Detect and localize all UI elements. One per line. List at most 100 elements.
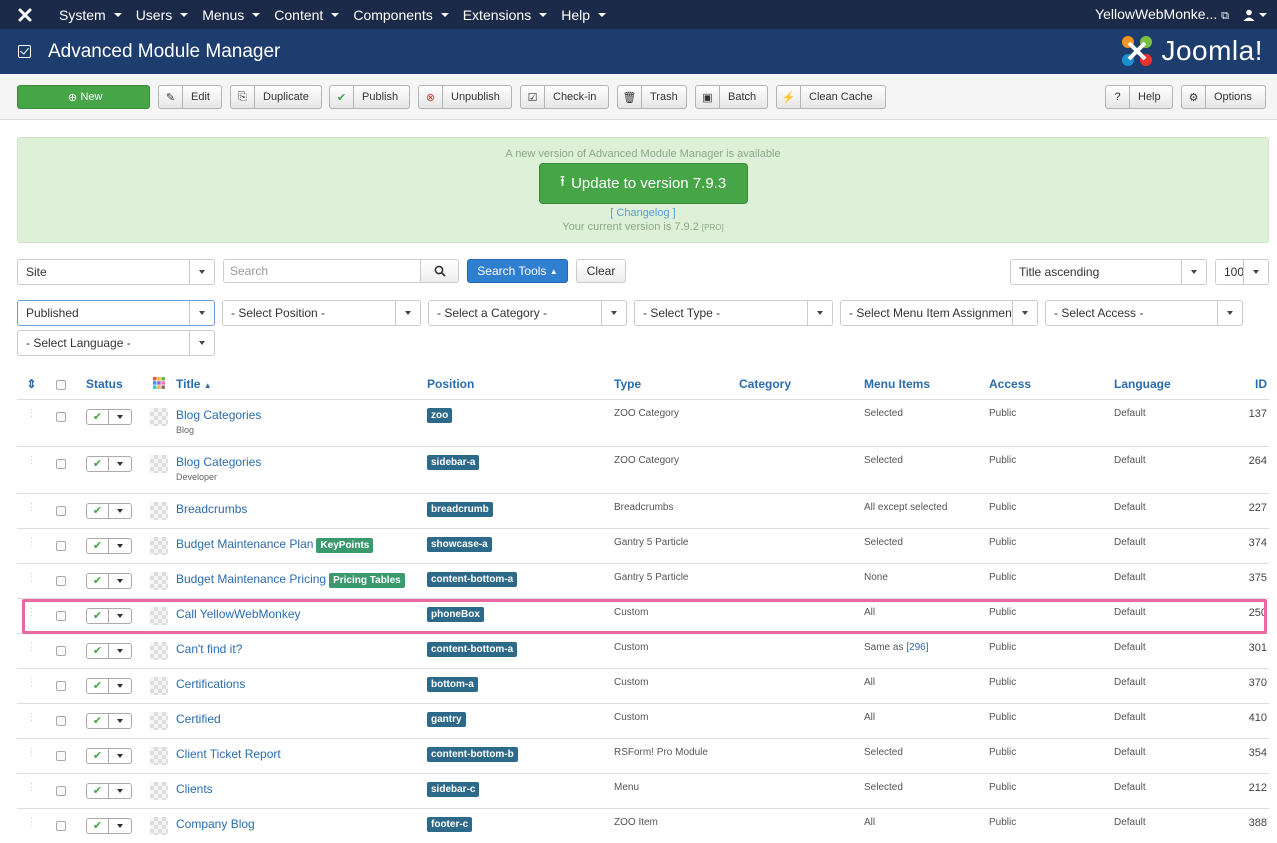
search-button[interactable] <box>420 259 459 283</box>
menu-link[interactable]: [296] <box>906 642 928 653</box>
status-toggle[interactable]: ✔ <box>75 492 141 528</box>
position-badge[interactable]: breadcrumb <box>427 501 493 517</box>
chevron-down-icon[interactable] <box>109 714 131 728</box>
menu-extensions[interactable]: Extensions <box>456 7 554 23</box>
status-toggle[interactable]: ✔ <box>75 527 141 563</box>
module-title-link[interactable]: Blog Categories <box>176 455 261 469</box>
drag-handle-icon[interactable]: ⋮ <box>17 492 46 528</box>
col-id[interactable]: ID <box>1214 370 1269 400</box>
site-link[interactable]: YellowWebMonke... ⧉ <box>1095 6 1229 23</box>
position-badge[interactable]: sidebar-a <box>427 454 480 470</box>
chevron-down-icon[interactable] <box>109 539 131 553</box>
menu-content[interactable]: Content <box>267 7 346 23</box>
category-select[interactable]: - Select a Category - <box>428 300 627 326</box>
row-checkbox[interactable] <box>46 737 75 773</box>
status-toggle[interactable]: ✔ <box>75 737 141 773</box>
status-toggle[interactable]: ✔ <box>75 398 141 446</box>
drag-handle-icon[interactable]: ⋮ <box>17 737 46 773</box>
position-badge[interactable]: bottom-a <box>427 676 478 692</box>
color-swatch[interactable] <box>141 667 176 703</box>
position-badge[interactable]: zoo <box>427 407 453 423</box>
search-tools-button[interactable]: Search Tools ▲ <box>467 259 568 283</box>
chevron-down-icon[interactable] <box>109 574 131 588</box>
menu-components[interactable]: Components <box>346 7 455 23</box>
module-title-link[interactable]: Budget Maintenance Pricing <box>176 572 326 586</box>
col-language[interactable]: Language <box>1114 370 1214 400</box>
color-swatch[interactable] <box>141 772 176 808</box>
published-check-icon[interactable]: ✔ <box>87 573 109 588</box>
col-category[interactable]: Category <box>739 370 864 400</box>
status-toggle[interactable]: ✔ <box>75 445 141 493</box>
drag-handle-icon[interactable]: ⋮ <box>17 772 46 808</box>
select-all-checkbox[interactable] <box>46 370 75 400</box>
chevron-down-icon[interactable] <box>109 457 131 471</box>
color-swatch[interactable] <box>141 527 176 563</box>
color-swatch[interactable] <box>141 737 176 773</box>
access-select[interactable]: - Select Access - <box>1045 300 1243 326</box>
row-checkbox[interactable] <box>46 445 75 493</box>
color-swatch[interactable] <box>141 632 176 668</box>
published-check-icon[interactable]: ✔ <box>87 409 109 424</box>
state-select[interactable]: Published <box>17 300 215 326</box>
published-check-icon[interactable]: ✔ <box>87 713 109 728</box>
joomla-icon[interactable] <box>18 8 32 22</box>
chevron-down-icon[interactable] <box>109 644 131 658</box>
ordering-select[interactable]: Title ascending <box>1010 259 1207 285</box>
row-checkbox[interactable] <box>46 398 75 446</box>
module-title-link[interactable]: Call YellowWebMonkey <box>176 607 301 621</box>
col-title[interactable]: Title ▲ <box>176 370 427 400</box>
row-checkbox[interactable] <box>46 702 75 738</box>
row-checkbox[interactable] <box>46 772 75 808</box>
published-check-icon[interactable]: ✔ <box>87 783 109 798</box>
module-title-link[interactable]: Can't find it? <box>176 642 242 656</box>
language-select[interactable]: - Select Language - <box>17 330 215 356</box>
module-title-link[interactable]: Blog Categories <box>176 408 261 422</box>
position-badge[interactable]: gantry <box>427 711 466 727</box>
row-checkbox[interactable] <box>46 807 75 843</box>
color-swatch[interactable] <box>141 445 176 493</box>
row-checkbox[interactable] <box>46 562 75 598</box>
module-title-link[interactable]: Certifications <box>176 677 245 691</box>
unpublish-button[interactable]: ⊗ Unpublish <box>418 85 512 109</box>
drag-handle-icon[interactable]: ⋮ <box>17 667 46 703</box>
menu-menus[interactable]: Menus <box>195 7 267 23</box>
published-check-icon[interactable]: ✔ <box>87 678 109 693</box>
position-badge[interactable]: content-bottom-a <box>427 641 518 657</box>
checkin-button[interactable]: ☑ Check-in <box>520 85 609 109</box>
published-check-icon[interactable]: ✔ <box>87 818 109 833</box>
row-checkbox[interactable] <box>46 667 75 703</box>
menu-assignment-select[interactable]: - Select Menu Item Assignment <box>840 300 1038 326</box>
color-swatch[interactable] <box>141 597 176 633</box>
status-toggle[interactable]: ✔ <box>75 702 141 738</box>
changelog-link[interactable]: [ Changelog ] <box>18 207 1268 219</box>
drag-handle-icon[interactable]: ⋮ <box>17 445 46 493</box>
trash-button[interactable]: 🗑 Trash <box>617 85 687 109</box>
published-check-icon[interactable]: ✔ <box>87 503 109 518</box>
row-checkbox[interactable] <box>46 492 75 528</box>
col-status[interactable]: Status <box>75 370 141 400</box>
col-menu-items[interactable]: Menu Items <box>864 370 989 400</box>
user-menu[interactable] <box>1243 9 1267 21</box>
options-button[interactable]: ⚙ Options <box>1181 85 1266 109</box>
module-title-link[interactable]: Breadcrumbs <box>176 502 247 516</box>
position-badge[interactable]: footer-c <box>427 816 473 832</box>
color-swatch[interactable] <box>141 702 176 738</box>
color-swatch[interactable] <box>141 562 176 598</box>
published-check-icon[interactable]: ✔ <box>87 643 109 658</box>
status-toggle[interactable]: ✔ <box>75 667 141 703</box>
client-select[interactable]: Site <box>17 259 215 285</box>
chevron-down-icon[interactable] <box>109 679 131 693</box>
module-title-link[interactable]: Certified <box>176 712 221 726</box>
status-toggle[interactable]: ✔ <box>75 562 141 598</box>
module-title-link[interactable]: Company Blog <box>176 817 255 831</box>
drag-handle-icon[interactable]: ⋮ <box>17 527 46 563</box>
module-title-link[interactable]: Client Ticket Report <box>176 747 281 761</box>
drag-handle-icon[interactable]: ⋮ <box>17 562 46 598</box>
type-select[interactable]: - Select Type - <box>634 300 833 326</box>
module-title-link[interactable]: Budget Maintenance Plan <box>176 537 313 551</box>
position-badge[interactable]: phoneBox <box>427 606 484 622</box>
drag-handle-icon[interactable]: ⋮ <box>17 597 46 633</box>
row-checkbox[interactable] <box>46 527 75 563</box>
sort-ordering-icon[interactable]: ⇕ <box>17 370 46 400</box>
published-check-icon[interactable]: ✔ <box>87 456 109 471</box>
